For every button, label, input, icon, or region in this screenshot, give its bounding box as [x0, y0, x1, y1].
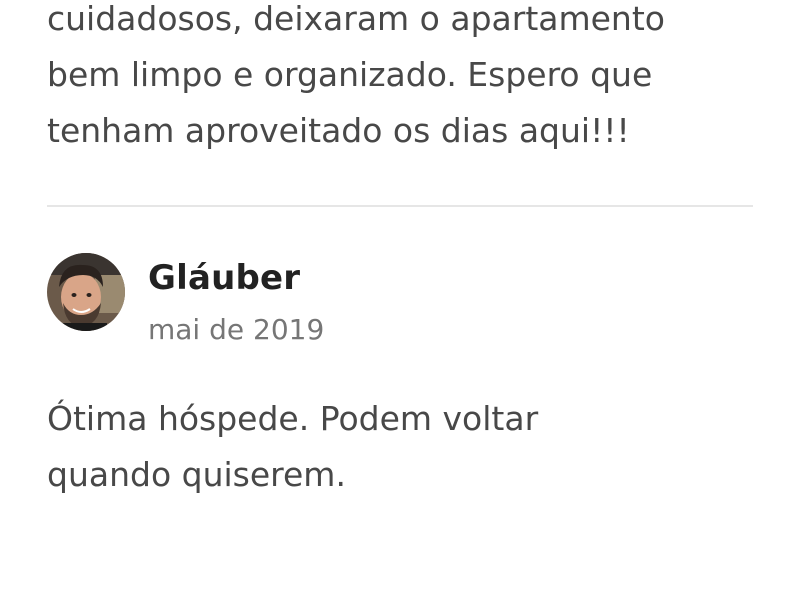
- reviews-page: cuidadosos, deixaram o apartamento bem l…: [0, 0, 800, 600]
- review-date: mai de 2019: [148, 313, 325, 346]
- reviewer-name[interactable]: Gláuber: [148, 255, 324, 301]
- previous-review-text: cuidadosos, deixaram o apartamento bem l…: [47, 0, 665, 150]
- avatar-photo-icon: [47, 253, 125, 331]
- review-text: Ótima hóspede. Podem voltar quando quise…: [47, 399, 539, 494]
- reviewer-header: Gláuber mai de 2019: [47, 253, 324, 349]
- reviewer-info: Gláuber mai de 2019: [148, 255, 324, 349]
- review-divider: [47, 205, 753, 207]
- avatar[interactable]: [47, 253, 125, 331]
